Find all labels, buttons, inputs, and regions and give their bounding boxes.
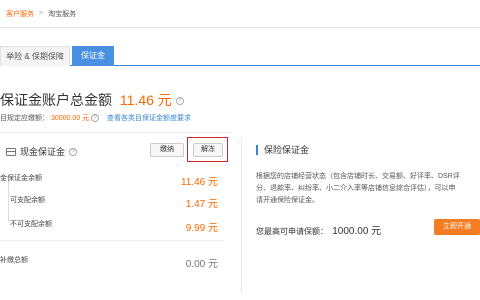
help-icon[interactable]: ? (91, 114, 100, 123)
balance-value: 11.46 元 (180, 177, 218, 188)
insurance-max-label: 您最高可申请保额： (256, 227, 328, 236)
unavailable-label: 不可支配余额 (10, 221, 52, 228)
insurance-desc-line: 根据您的店铺经营状态（包含店铺时长、交易额、好评率、DSR评 (256, 173, 460, 180)
supplement-value: 0.00 元 (185, 259, 218, 270)
breadcrumb-item-taobao[interactable]: 淘宝服务 (48, 9, 76, 19)
divider (0, 240, 224, 241)
cash-panel-title-text: 现金保证金 (20, 147, 66, 157)
breadcrumb-item-service[interactable]: 客户服务 (6, 9, 34, 19)
insurance-description: 根据您的店铺经营状态（包含店铺时长、交易额、好评率、DSR评 分、退款率、纠纷率… (256, 171, 480, 207)
account-total: 保证金账户总金额 11.46 元 ? (0, 90, 184, 110)
required-amount: 目规定应缴额： 30000.00 元 ? 查看各类目保证金额度要求 (0, 113, 191, 123)
tab-deposit[interactable]: 保证金 (72, 46, 114, 66)
required-requirements-link[interactable]: 查看各类目保证金额度要求 (107, 115, 191, 122)
tree-line (8, 180, 9, 222)
help-icon[interactable]: ? (175, 97, 184, 106)
card-icon (6, 147, 16, 156)
account-total-title: 保证金账户总金额 (0, 92, 112, 108)
help-icon[interactable]: ? (69, 147, 78, 156)
breadcrumb: 客户服务 > 淘宝服务 (0, 0, 480, 28)
available-value: 1.47 元 (185, 199, 218, 210)
pay-button[interactable]: 缴纳 (150, 143, 184, 157)
required-value: 30000.00 元 (50, 115, 90, 122)
insurance-max: 您最高可申请保额： 1000.00 元 (256, 222, 381, 237)
unavailable-value: 9.99 元 (185, 223, 218, 234)
insurance-max-value: 1000.00 元 (332, 226, 382, 237)
highlight-box (187, 137, 228, 162)
required-label: 目规定应缴额： (0, 115, 49, 122)
open-now-button[interactable]: 立即开通 (434, 219, 480, 235)
cash-panel-title: 现金保证金 ? (6, 145, 78, 158)
tab-bar: 举险 & 保期保障 保证金 (0, 46, 480, 66)
balance-label: 金保证金余额 (0, 175, 42, 182)
account-total-amount: 11.46 元 (119, 92, 172, 108)
insurance-desc-line: 分、退款率、纠纷率、小二介入率等店铺信息综合评估），可以申 (256, 185, 456, 192)
breadcrumb-separator: > (39, 10, 44, 17)
panel-divider (241, 138, 242, 293)
available-label: 可支配余额 (10, 197, 45, 204)
insurance-desc-line: 请开通保险保证金。 (256, 197, 319, 204)
insurance-panel-title: 保险保证金 (256, 145, 309, 155)
tab-insurance-guarantee[interactable]: 举险 & 保期保障 (0, 46, 70, 66)
supplement-label: 补缴总额 (0, 257, 28, 264)
